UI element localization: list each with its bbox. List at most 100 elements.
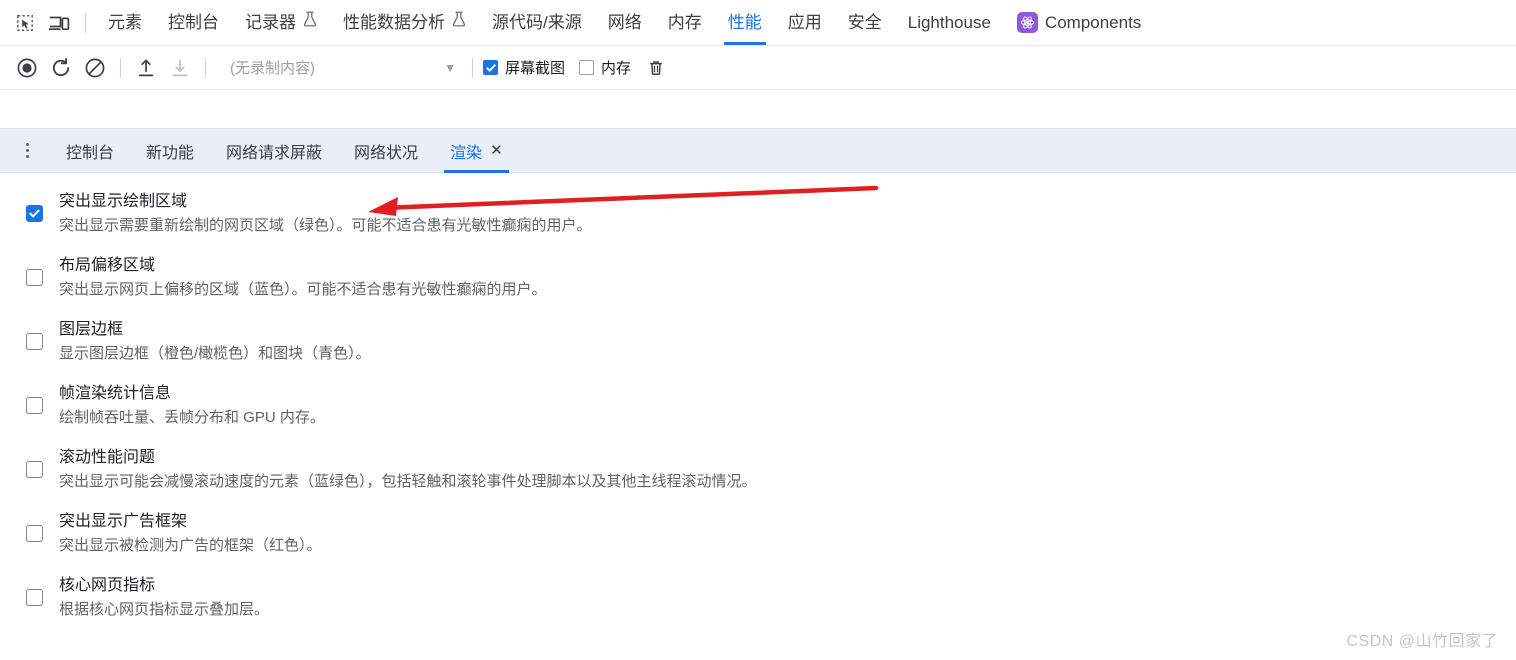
tab-label: Components: [1044, 13, 1142, 32]
drawer-tab-label: 网络状况: [354, 144, 419, 162]
drawer-tab-rendering[interactable]: 渲染 ✕: [434, 129, 519, 173]
experiment-flask-icon: [303, 0, 317, 45]
record-button[interactable]: [10, 52, 44, 84]
screenshots-label: 屏幕截图: [505, 60, 566, 77]
drawer-tab-label: 渲染: [450, 144, 483, 162]
render-option-description: 显示图层边框（橙色/橄榄色）和图块（青色）。: [59, 345, 371, 362]
core-web-vitals-checkbox[interactable]: [26, 575, 43, 606]
render-option-text: 突出显示广告框架 突出显示被检测为广告的框架（红色）。: [59, 511, 1516, 558]
checkbox-unchecked-icon: [579, 60, 595, 75]
chevron-down-icon: ▼: [444, 60, 456, 75]
tab-label: 性能数据分析: [343, 13, 445, 32]
scrolling-performance-issues-checkbox[interactable]: [26, 447, 43, 478]
tab-recorder[interactable]: 记录器: [232, 0, 330, 45]
drawer-tab-label: 新功能: [146, 144, 195, 162]
tab-label: 控制台: [168, 13, 219, 32]
download-profile-button[interactable]: [163, 52, 197, 84]
render-option-description: 突出显示可能会减慢滚动速度的元素（蓝绿色），包括轻触和滚轮事件处理脚本以及其他主…: [59, 473, 757, 490]
more-tools-icon[interactable]: [14, 136, 40, 166]
render-option-description: 突出显示网页上偏移的区域（蓝色）。可能不适合患有光敏性癫痫的用户。: [59, 281, 547, 298]
render-option-paint-flashing: 突出显示绘制区域 突出显示需要重新绘制的网页区域（绿色）。可能不适合患有光敏性癫…: [0, 191, 1516, 238]
tab-console[interactable]: 控制台: [155, 0, 232, 45]
performance-record-toolbar: (无录制内容) ▼ 屏幕截图 内存: [0, 46, 1516, 90]
tab-sources[interactable]: 源代码/来源: [479, 0, 595, 45]
tab-network[interactable]: 网络: [595, 0, 655, 45]
tab-label: 记录器: [245, 13, 296, 32]
render-option-title[interactable]: 滚动性能问题: [59, 447, 1516, 469]
tab-label: 元素: [108, 13, 142, 32]
render-option-highlight-ad-frames: 突出显示广告框架 突出显示被检测为广告的框架（红色）。: [0, 511, 1516, 558]
drawer-tab-network-conditions[interactable]: 网络状况: [338, 129, 434, 173]
recording-select[interactable]: (无录制内容) ▼: [214, 53, 464, 83]
devtools-tab-bar: 元素 控制台 记录器 性能数据分析 源代码/来源 网络 内存 性能 应用 安全 …: [0, 0, 1516, 46]
react-atom-icon: [1016, 12, 1038, 33]
drawer-tab-request-blocking[interactable]: 网络请求屏蔽: [210, 129, 338, 173]
drawer-tab-bar: 控制台 新功能 网络请求屏蔽 网络状况 渲染 ✕: [0, 128, 1516, 173]
render-option-scrolling-performance-issues: 滚动性能问题 突出显示可能会减慢滚动速度的元素（蓝绿色），包括轻触和滚轮事件处理…: [0, 447, 1516, 494]
render-option-text: 帧渲染统计信息 绘制帧吞吐量、丢帧分布和 GPU 内存。: [59, 383, 1516, 430]
render-option-description: 绘制帧吞吐量、丢帧分布和 GPU 内存。: [59, 409, 325, 426]
tab-label: Lighthouse: [907, 13, 991, 32]
paint-flashing-checkbox[interactable]: [26, 191, 43, 222]
tab-elements[interactable]: 元素: [95, 0, 155, 45]
rendering-options-panel: 突出显示绘制区域 突出显示需要重新绘制的网页区域（绿色）。可能不适合患有光敏性癫…: [0, 173, 1516, 653]
checkbox-checked-icon: [483, 60, 498, 75]
checkbox-unchecked-icon: [26, 461, 43, 478]
checkbox-checked-icon: [26, 205, 43, 222]
tab-components[interactable]: Components: [1004, 0, 1154, 45]
render-option-layer-borders: 图层边框 显示图层边框（橙色/橄榄色）和图块（青色）。: [0, 319, 1516, 366]
render-option-title[interactable]: 突出显示绘制区域: [59, 191, 1516, 213]
render-option-title[interactable]: 核心网页指标: [59, 575, 1516, 597]
clear-recording-button[interactable]: [78, 52, 112, 84]
tab-performance[interactable]: 性能: [715, 0, 775, 45]
checkbox-unchecked-icon: [26, 269, 43, 286]
screenshots-checkbox[interactable]: 屏幕截图: [483, 57, 565, 78]
render-option-text: 布局偏移区域 突出显示网页上偏移的区域（蓝色）。可能不适合患有光敏性癫痫的用户。: [59, 255, 1516, 302]
tab-application[interactable]: 应用: [775, 0, 835, 45]
tab-security[interactable]: 安全: [835, 0, 895, 45]
tab-label: 内存: [667, 13, 702, 32]
memory-label: 内存: [601, 60, 632, 77]
recording-select-value: (无录制内容): [230, 60, 315, 77]
experiment-flask-icon: [452, 0, 466, 45]
checkbox-unchecked-icon: [26, 525, 43, 542]
render-option-text: 图层边框 显示图层边框（橙色/橄榄色）和图块（青色）。: [59, 319, 1516, 366]
reload-and-record-button[interactable]: [44, 52, 78, 84]
device-toolbar-icon[interactable]: [42, 6, 76, 40]
render-option-title[interactable]: 图层边框: [59, 319, 1516, 341]
checkbox-unchecked-icon: [26, 397, 43, 414]
layer-borders-checkbox[interactable]: [26, 319, 43, 350]
drawer-tab-whats-new[interactable]: 新功能: [130, 129, 210, 173]
clear-button[interactable]: [641, 53, 671, 83]
tab-lighthouse[interactable]: Lighthouse: [895, 0, 1004, 45]
checkbox-unchecked-icon: [26, 589, 43, 606]
render-option-title[interactable]: 帧渲染统计信息: [59, 383, 1516, 405]
tab-performance-insights[interactable]: 性能数据分析: [330, 0, 479, 45]
frame-rendering-stats-checkbox[interactable]: [26, 383, 43, 414]
render-option-title[interactable]: 突出显示广告框架: [59, 511, 1516, 533]
toolbar-divider: [472, 57, 473, 78]
toolbar-divider: [85, 12, 86, 33]
toolbar-divider: [120, 57, 121, 78]
watermark: CSDN @山竹回家了: [1346, 633, 1498, 650]
render-option-description: 根据核心网页指标显示叠加层。: [59, 601, 270, 618]
highlight-ad-frames-checkbox[interactable]: [26, 511, 43, 542]
render-option-text: 突出显示绘制区域 突出显示需要重新绘制的网页区域（绿色）。可能不适合患有光敏性癫…: [59, 191, 1516, 238]
render-option-title[interactable]: 布局偏移区域: [59, 255, 1516, 277]
tab-label: 性能: [727, 13, 762, 32]
tab-label: 源代码/来源: [492, 13, 582, 32]
tab-label: 应用: [787, 13, 822, 32]
render-option-text: 滚动性能问题 突出显示可能会减慢滚动速度的元素（蓝绿色），包括轻触和滚轮事件处理…: [59, 447, 1516, 494]
tab-memory[interactable]: 内存: [655, 0, 715, 45]
memory-checkbox[interactable]: 内存: [579, 57, 631, 78]
tab-label: 安全: [847, 13, 882, 32]
inspect-element-icon[interactable]: [8, 6, 42, 40]
close-icon[interactable]: ✕: [490, 143, 503, 158]
drawer-tab-label: 控制台: [66, 144, 115, 162]
checkbox-unchecked-icon: [26, 333, 43, 350]
drawer-tab-console[interactable]: 控制台: [50, 129, 130, 173]
layout-shift-regions-checkbox[interactable]: [26, 255, 43, 286]
upload-profile-button[interactable]: [129, 52, 163, 84]
toolbar-divider: [205, 57, 206, 78]
render-option-frame-rendering-stats: 帧渲染统计信息 绘制帧吞吐量、丢帧分布和 GPU 内存。: [0, 383, 1516, 430]
